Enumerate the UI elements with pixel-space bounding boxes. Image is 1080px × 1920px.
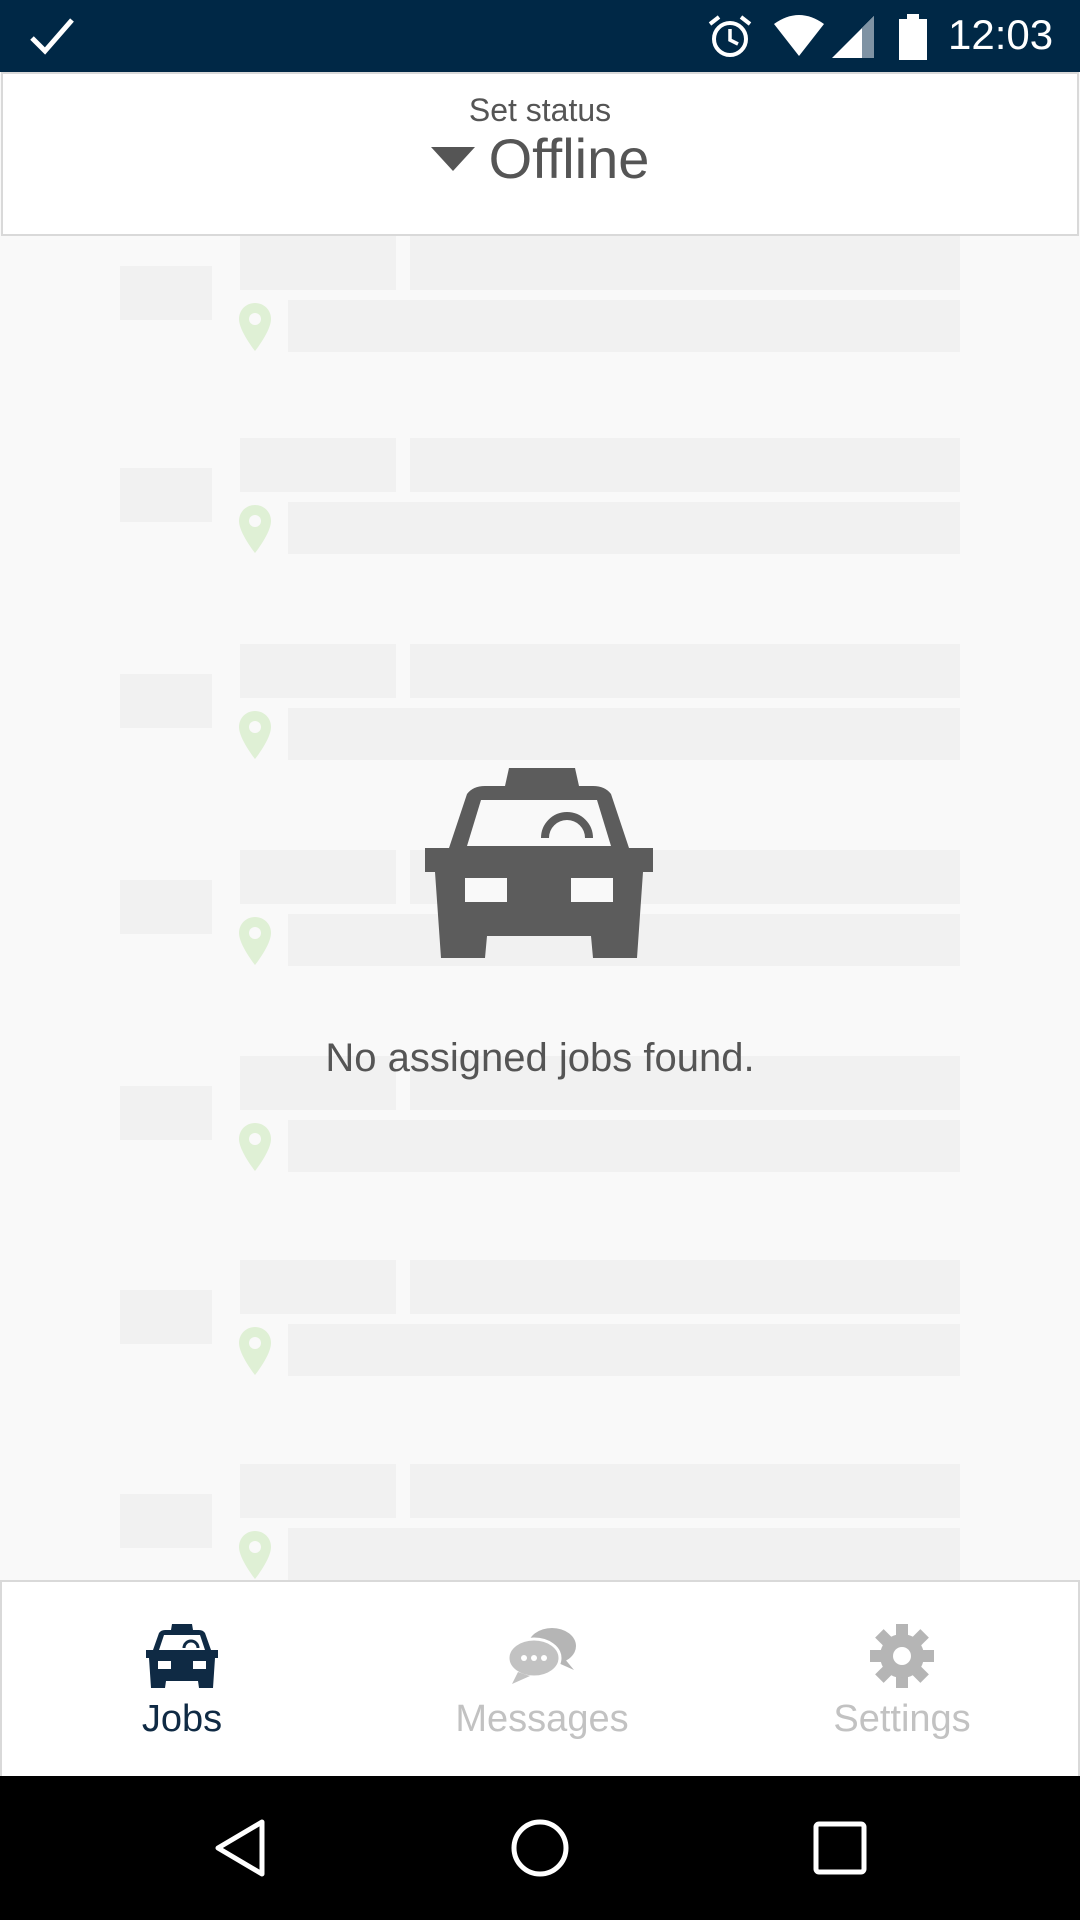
placeholder-block <box>120 1290 212 1344</box>
placeholder-block <box>240 644 396 698</box>
placeholder-block <box>410 438 960 492</box>
chat-bubbles-icon <box>506 1628 576 1684</box>
placeholder-block <box>240 1464 396 1518</box>
navigation-bar <box>0 1776 1080 1920</box>
battery-icon <box>899 14 927 60</box>
placeholder-block <box>410 236 960 290</box>
gear-icon <box>870 1624 934 1688</box>
taxi-icon <box>425 768 653 958</box>
status-dropdown[interactable]: Offline <box>3 126 1077 191</box>
check-icon <box>30 18 74 55</box>
clock: 12:03 <box>948 11 1054 58</box>
placeholder-block <box>240 438 396 492</box>
placeholder-block <box>288 502 960 554</box>
location-pin-icon <box>239 917 271 965</box>
placeholder-block <box>288 300 960 352</box>
placeholder-block <box>288 1120 960 1172</box>
placeholder-block <box>288 708 960 760</box>
tab-jobs[interactable]: Jobs <box>2 1582 362 1776</box>
placeholder-block <box>288 1324 960 1376</box>
taxi-icon <box>146 1624 218 1688</box>
placeholder-row <box>0 236 1080 356</box>
placeholder-block <box>410 644 960 698</box>
status-selector[interactable]: Set status Offline <box>1 72 1079 236</box>
placeholder-row <box>0 1260 1080 1380</box>
caret-down-icon <box>430 147 475 172</box>
tab-label: Settings <box>833 1698 971 1740</box>
location-pin-icon <box>239 1123 271 1171</box>
bottom-tab-bar: Jobs Messages Settings <box>0 1580 1080 1776</box>
back-icon[interactable] <box>204 1812 276 1884</box>
placeholder-block <box>410 1260 960 1314</box>
tab-settings[interactable]: Settings <box>722 1582 1080 1776</box>
location-pin-icon <box>239 303 271 351</box>
alarm-icon <box>708 15 752 57</box>
placeholder-block <box>240 850 396 904</box>
location-pin-icon <box>239 1531 271 1579</box>
placeholder-row <box>0 1464 1080 1580</box>
home-icon[interactable] <box>504 1812 576 1884</box>
placeholder-block <box>288 1528 960 1580</box>
placeholder-block <box>120 266 212 320</box>
tab-label: Messages <box>455 1698 629 1740</box>
placeholder-block <box>240 1260 396 1314</box>
empty-state-message: No assigned jobs found. <box>325 1036 755 1080</box>
placeholder-block <box>120 674 212 728</box>
placeholder-block <box>120 1086 212 1140</box>
status-value: Offline <box>488 127 650 190</box>
placeholder-block <box>120 468 212 522</box>
location-pin-icon <box>239 505 271 553</box>
location-pin-icon <box>239 1327 271 1375</box>
placeholder-block <box>120 1494 212 1548</box>
tab-messages[interactable]: Messages <box>362 1582 722 1776</box>
recents-icon[interactable] <box>804 1812 876 1884</box>
placeholder-block <box>240 236 396 290</box>
tab-label: Jobs <box>141 1698 223 1740</box>
set-status-label: Set status <box>468 92 612 128</box>
status-bar: 12:03 <box>0 0 1080 72</box>
placeholder-row <box>0 644 1080 764</box>
placeholder-block <box>120 880 212 934</box>
signal-icon <box>832 16 874 58</box>
location-pin-icon <box>239 711 271 759</box>
placeholder-block <box>410 1464 960 1518</box>
wifi-icon <box>774 15 824 56</box>
placeholder-row <box>0 438 1080 558</box>
